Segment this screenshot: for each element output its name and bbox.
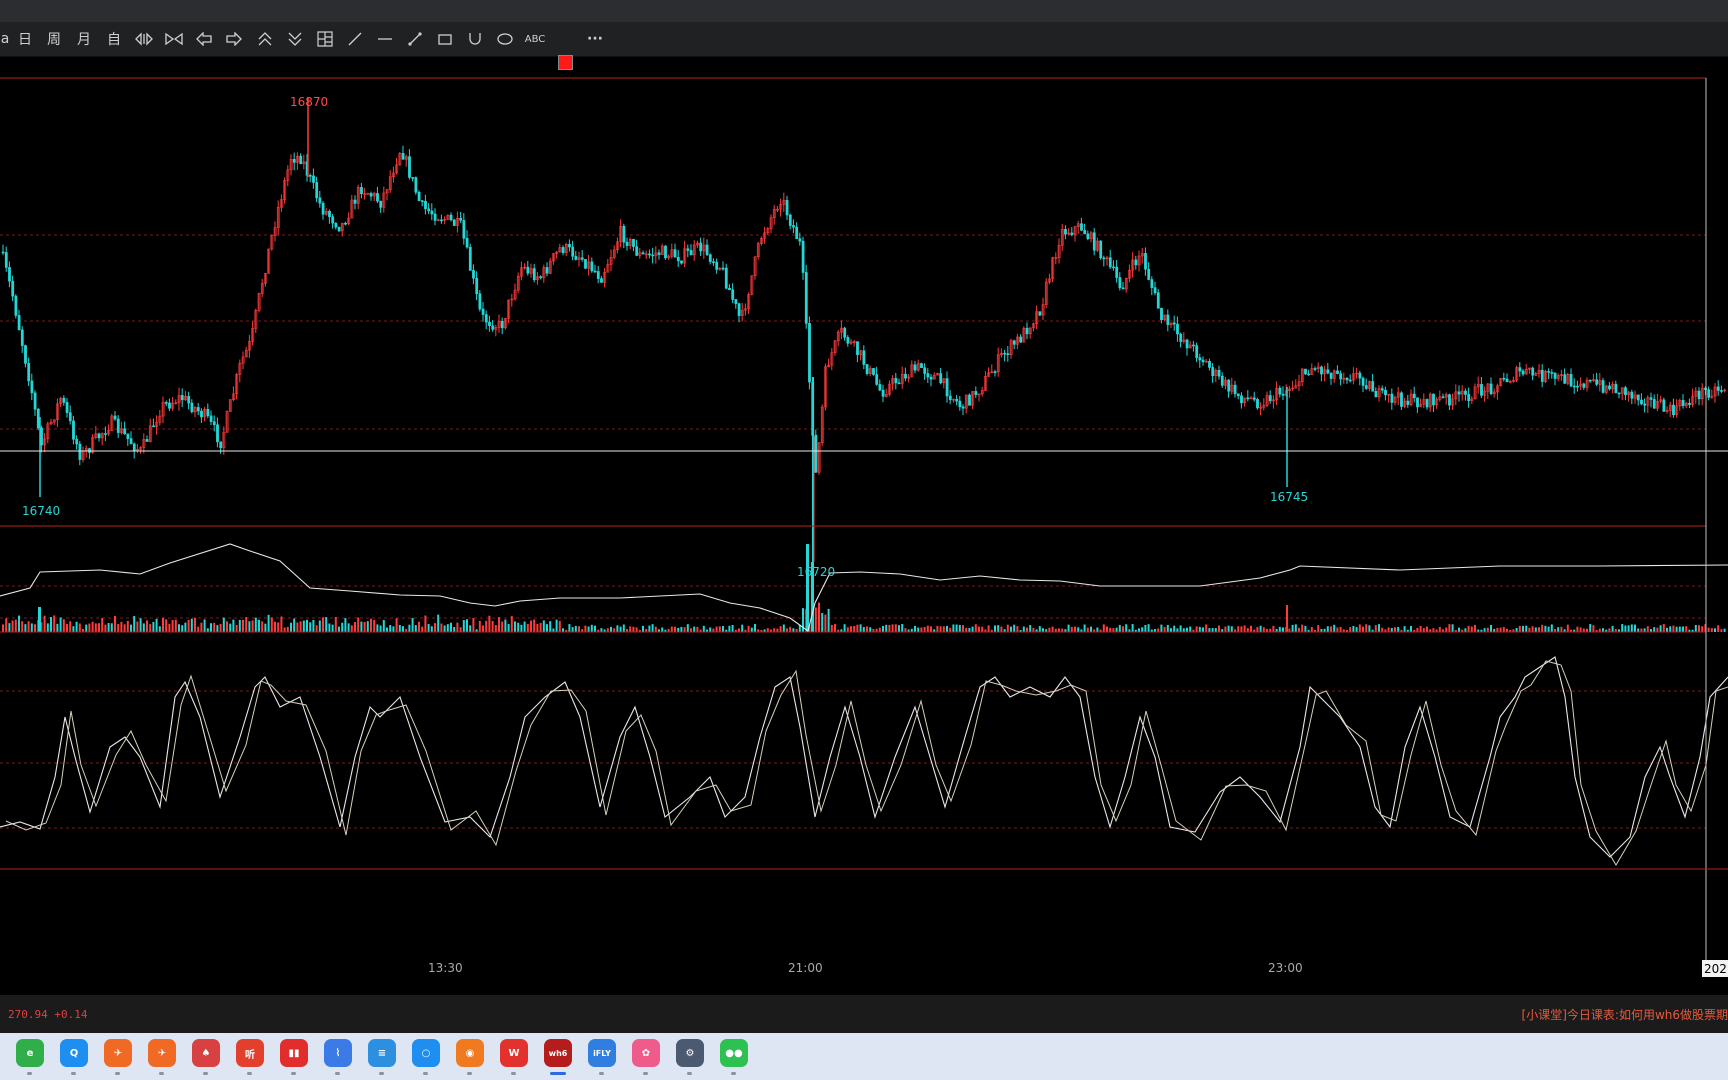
zoom-in-icon[interactable] [133, 26, 155, 52]
taskbar-indicator [159, 1072, 164, 1075]
app-ifly-icon[interactable]: iFLY [588, 1039, 616, 1067]
app-paper-plane-icon[interactable]: ✈ [104, 1039, 132, 1067]
time-label: 21:00 [788, 961, 823, 975]
panel-borders [0, 77, 1728, 977]
low-left-label: 16740 [22, 504, 60, 518]
tb-day[interactable]: 日 [14, 26, 36, 52]
taskbar-indicator [379, 1072, 384, 1075]
status-bar [0, 995, 1728, 1033]
app-chart-icon[interactable]: ⌇ [324, 1039, 352, 1067]
kline-chart[interactable]: 16870 16740 16720 16745 13:30 21:00 23:0… [0, 57, 1728, 977]
arrow-right-icon[interactable] [223, 26, 245, 52]
taskbar-indicator [731, 1072, 736, 1075]
taskbar-indicator [687, 1072, 692, 1075]
news-ticker[interactable]: [小课堂]今日课表:如何用wh6做股票期 [1522, 1006, 1728, 1023]
ray-icon[interactable] [404, 26, 426, 52]
chart-area[interactable]: 16870 16740 16720 16745 13:30 21:00 23:0… [0, 57, 1728, 977]
app-notes-icon[interactable]: ≡ [368, 1039, 396, 1067]
ellipse-icon[interactable] [494, 26, 516, 52]
taskbar-indicator [71, 1072, 76, 1075]
app-stock-icon[interactable]: ▮▮ [280, 1039, 308, 1067]
diagonal-line-icon[interactable] [344, 26, 366, 52]
app-camera-icon[interactable]: ✿ [632, 1039, 660, 1067]
window-top-strip [0, 0, 1728, 22]
volume-bars [2, 544, 1726, 632]
app-search-icon[interactable]: Q [60, 1039, 88, 1067]
tb-custom[interactable]: 自 [103, 26, 125, 52]
time-label: 13:30 [428, 961, 463, 975]
app-mask-icon[interactable]: ◉ [456, 1039, 484, 1067]
taskbar-indicator [643, 1072, 648, 1075]
taskbar-indicator [335, 1072, 340, 1075]
taskbar-indicator [467, 1072, 472, 1075]
low-right-label: 16745 [1270, 490, 1308, 504]
app-wechat-icon[interactable]: ●● [720, 1039, 748, 1067]
horizontal-line-icon[interactable] [374, 26, 396, 52]
taskbar-indicator [27, 1072, 32, 1075]
app-settings-icon[interactable]: ⚙ [676, 1039, 704, 1067]
high-label: 16870 [290, 95, 328, 109]
app-cards-icon[interactable]: ♠ [192, 1039, 220, 1067]
app-paper-plane2-icon[interactable]: ✈ [148, 1039, 176, 1067]
double-down-icon[interactable] [284, 26, 306, 52]
taskbar-indicator [115, 1072, 120, 1075]
index-quote: 270.94 +0.14 [8, 1008, 88, 1021]
layout-icon[interactable] [314, 26, 336, 52]
zoom-out-icon[interactable] [163, 26, 185, 52]
taskbar-indicator [511, 1072, 516, 1075]
app-wh6-icon[interactable]: wh6 [544, 1039, 572, 1067]
app-listen-icon[interactable]: 听 [236, 1039, 264, 1067]
double-up-icon[interactable] [254, 26, 276, 52]
low-mid-label: 16720 [797, 565, 835, 579]
tb-month[interactable]: 月 [73, 26, 95, 52]
time-label: 23:00 [1268, 961, 1303, 975]
taskbar-indicator [247, 1072, 252, 1075]
chart-toolbar: a 日 周 月 自 ABC ··· [0, 22, 1728, 70]
tb-week[interactable]: 周 [43, 26, 65, 52]
text-tool[interactable]: ABC [524, 26, 546, 52]
candlesticks [1, 97, 1727, 562]
arrow-left-icon[interactable] [193, 26, 215, 52]
taskbar-indicator [291, 1072, 296, 1075]
arc-icon[interactable] [464, 26, 486, 52]
time-cursor-label: 202 [1704, 962, 1727, 976]
taskbar-indicator [423, 1072, 428, 1075]
rectangle-icon[interactable] [434, 26, 456, 52]
app-cloud-icon[interactable]: ○ [412, 1039, 440, 1067]
taskbar-indicator [550, 1072, 566, 1075]
taskbar-indicator [599, 1072, 604, 1075]
app-wps-icon[interactable]: W [500, 1039, 528, 1067]
indicator-lines [0, 543, 1728, 866]
taskbar-indicator [203, 1072, 208, 1075]
more-icon[interactable]: ··· [584, 26, 606, 52]
app-360-browser-icon[interactable]: e [16, 1039, 44, 1067]
